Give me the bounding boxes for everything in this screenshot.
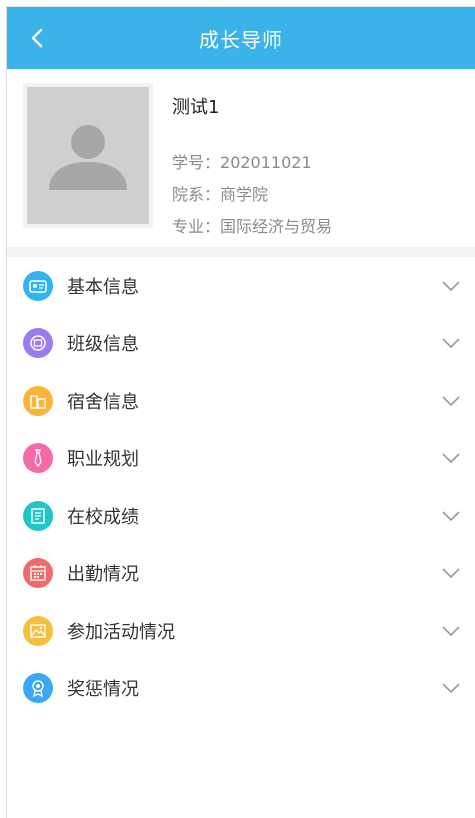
major-row: 专业：国际经济与贸易: [172, 213, 332, 237]
menu-label: 在校成绩: [67, 506, 139, 528]
info-menu: 基本信息 班级信息 宿舍信息 职业规划 在校成绩 出勤情况 参加活动情况 奖惩情…: [7, 257, 475, 717]
chevron-down-icon: [442, 338, 460, 349]
avatar: [23, 83, 153, 228]
chevron-down-icon: [442, 281, 460, 291]
menu-item-rewards-penalties[interactable]: 奖惩情况: [7, 660, 475, 718]
department-label: 院系：: [172, 185, 221, 204]
chevron-down-icon: [442, 568, 460, 579]
chevron-down-icon: [442, 626, 460, 636]
menu-item-basic-info[interactable]: 基本信息: [7, 257, 475, 315]
activity-icon: [23, 615, 53, 646]
tie-icon: [23, 443, 53, 474]
chevron-down-icon: [442, 683, 460, 694]
medal-icon: [23, 673, 53, 704]
class-icon: [23, 328, 53, 359]
major-value: 国际经济与贸易: [220, 217, 333, 236]
profile-card: 测试1 学号：202011021 院系：商学院 专业：国际经济与贸易: [7, 69, 475, 247]
section-divider: [7, 247, 475, 257]
menu-label: 宿舍信息: [67, 391, 139, 413]
menu-label: 奖惩情况: [67, 679, 139, 701]
top-nav-bar: 成长导师: [7, 7, 475, 69]
report-icon: [23, 500, 53, 531]
student-id-label: 学号：: [172, 153, 221, 172]
department-row: 院系：商学院: [172, 181, 268, 205]
department-value: 商学院: [220, 185, 269, 204]
menu-item-activities[interactable]: 参加活动情况: [7, 602, 475, 660]
menu-label: 班级信息: [67, 334, 139, 356]
calendar-icon: [23, 558, 53, 589]
student-id-value: 202011021: [220, 153, 312, 172]
menu-label: 基本信息: [67, 276, 139, 298]
menu-item-class-info[interactable]: 班级信息: [7, 315, 475, 373]
app-frame: 成长导师 测试1 学号：202011021 院系：商学院 专业：国际经济与贸易: [6, 6, 475, 818]
menu-label: 出勤情况: [67, 564, 139, 586]
menu-label: 职业规划: [67, 449, 139, 471]
page-title: 成长导师: [199, 27, 283, 52]
chevron-down-icon: [442, 511, 460, 521]
student-name: 测试1: [172, 97, 220, 118]
menu-item-school-grades[interactable]: 在校成绩: [7, 487, 475, 545]
chevron-left-icon: [31, 28, 43, 48]
id-card-icon: [23, 270, 53, 301]
building-icon: [23, 385, 53, 416]
menu-item-attendance[interactable]: 出勤情况: [7, 545, 475, 603]
user-silhouette-icon: [49, 124, 127, 190]
menu-label: 参加活动情况: [67, 621, 175, 643]
major-label: 专业：: [172, 217, 221, 236]
student-id-row: 学号：202011021: [172, 149, 312, 173]
back-button[interactable]: [17, 7, 57, 69]
menu-item-dorm-info[interactable]: 宿舍信息: [7, 372, 475, 430]
chevron-down-icon: [442, 453, 460, 464]
chevron-down-icon: [442, 396, 460, 406]
menu-item-career-plan[interactable]: 职业规划: [7, 430, 475, 488]
